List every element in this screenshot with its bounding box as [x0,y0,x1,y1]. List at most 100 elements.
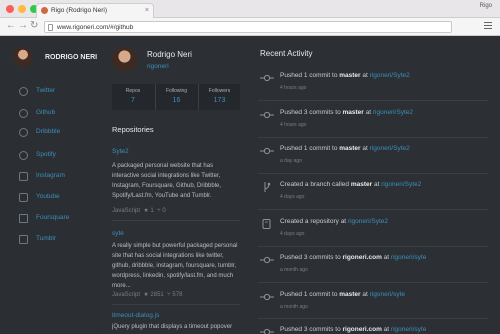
close-window-button[interactable] [6,5,14,13]
divider [258,100,488,101]
divider [258,318,488,319]
star-icon: ★ [143,208,149,214]
repo-name-link[interactable]: syte [112,230,124,237]
repo-name-link[interactable]: timeout-dialog.js [112,312,159,319]
forward-arrow-icon[interactable]: → [18,21,28,31]
browser-titlebar: Rigo (Rodrigo Neri) × Rigo [0,0,500,18]
repo-meta: JavaScript ★ 1 ⑂ 0 [112,207,166,214]
repo-link[interactable]: rigoneri/syte [370,291,405,298]
branch-link[interactable]: master [339,72,360,79]
reload-icon[interactable]: ↻ [30,21,38,31]
stat-label: Following [165,88,188,94]
repo-name-link[interactable]: Syte2 [112,148,129,155]
fork-icon: ⑂ [167,292,171,298]
sidebar-item-label: Twitter [36,87,56,94]
branch-link[interactable]: master [339,145,360,152]
branch-link[interactable]: master [351,181,372,188]
commit-icon [260,74,274,82]
address-bar[interactable]: www.rigoneri.com/#/github [44,21,452,33]
sidebar-item-github[interactable]: Github [0,108,100,122]
repo-link[interactable]: rigoneri/Syte2 [370,72,410,79]
stat-repos[interactable]: Repos 7 [112,84,154,110]
spotify-icon [19,151,28,160]
activity-item: Pushed 1 commit to master at rigoneri/sy… [258,291,488,321]
page-icon [48,24,53,31]
repo-description: jQuery plugin that displays a timeout po… [112,324,233,330]
dribbble-icon [19,128,28,137]
sidebar [0,36,100,334]
activity-time: a month ago [280,267,308,273]
browser-tab[interactable]: Rigo (Rodrigo Neri) × [36,3,154,18]
sidebar-item-spotify[interactable]: Spotify [0,150,100,164]
repo-description: A really simple but powerful packaged pe… [112,243,238,289]
activity-text: Pushed 1 commit to master at rigoneri/Sy… [280,145,410,152]
repo-stars: 2851 [150,292,164,298]
foursquare-icon [19,214,28,223]
branch-link[interactable]: rigoneri.com [343,326,382,333]
branch-link[interactable]: master [339,291,360,298]
repo-language: JavaScript [112,292,141,298]
repo-link[interactable]: rigoneri/Syte2 [348,218,388,225]
twitter-icon [19,87,28,96]
repo-language: JavaScript [112,208,141,214]
branch-icon [264,182,271,192]
branch-link[interactable]: master [343,109,364,116]
activity-time: 4 days ago [280,231,305,237]
divider [258,209,488,210]
stat-following[interactable]: Following 16 [155,84,197,110]
sidebar-item-instagram[interactable]: Instagram [0,171,100,185]
divider [258,282,488,283]
activity-time: a day ago [280,158,302,164]
profile-avatar[interactable] [112,47,137,72]
activity-text: Pushed 3 commits to rigoneri.com at rigo… [280,254,427,261]
sidebar-item-twitter[interactable]: Twitter [0,86,100,100]
stat-followers[interactable]: Followers 173 [198,84,240,110]
repo-stars: 1 [150,208,154,214]
commit-icon [260,111,274,119]
activity-item: Pushed 1 commit to master at rigoneri/Sy… [258,145,488,175]
profile-stats: Repos 7 Following 16 Followers 173 [112,84,240,110]
sidebar-item-label: Spotify [36,151,56,158]
youtube-icon [19,193,28,202]
minimize-window-button[interactable] [18,5,26,13]
tab-close-icon[interactable]: × [145,4,149,18]
sidebar-item-tumblr[interactable]: Tumblr [0,234,100,248]
url-text: www.rigoneri.com/#/github [57,24,134,31]
repo-link[interactable]: rigoneri/Syte2 [373,109,413,116]
activity-item: Pushed 1 commit to master at rigoneri/Sy… [258,72,488,102]
sidebar-name[interactable]: RODRIGO NERI [45,54,97,61]
branch-link[interactable]: rigoneri.com [343,254,382,261]
activity-text: Pushed 1 commit to master at rigoneri/Sy… [280,72,410,79]
profile-handle[interactable]: rigoneri [147,63,169,70]
scrollbar[interactable] [496,36,500,334]
sidebar-item-label: Tumblr [36,235,56,242]
activity-time: 4 hours ago [280,122,307,128]
sidebar-item-dribbble[interactable]: Dribbble [0,127,100,141]
stat-value: 16 [172,97,181,104]
sidebar-item-label: Github [36,109,56,116]
repo-link[interactable]: rigoneri/syte [391,254,426,261]
sidebar-item-youtube[interactable]: Youtube [0,192,100,206]
activity-text: Pushed 1 commit to master at rigoneri/sy… [280,291,406,298]
sidebar-item-label: Dribbble [36,128,61,135]
github-icon [19,109,28,118]
sidebar-avatar[interactable] [13,47,33,67]
repositories-title: Repositories [112,125,154,134]
stat-value: 7 [131,97,135,104]
tab-title: Rigo (Rodrigo Neri) [51,7,107,14]
repo-link[interactable]: rigoneri/Syte2 [381,181,421,188]
activity-title: Recent Activity [260,49,313,58]
repo-link[interactable]: rigoneri/syte [391,326,426,333]
favicon-icon [41,7,48,14]
browser-user-label[interactable]: Rigo [480,3,492,9]
browser-toolbar: ← → ↻ www.rigoneri.com/#/github [0,18,500,36]
sidebar-item-foursquare[interactable]: Foursquare [0,213,100,227]
activity-text: Created a branch called master at rigone… [280,181,422,188]
instagram-icon [19,172,28,181]
repo-link[interactable]: rigoneri/Syte2 [370,145,410,152]
browser-menu-icon[interactable] [484,22,492,31]
activity-item: Created a branch called master at rigone… [258,181,488,211]
repo-description: A packaged personal website that has int… [112,163,222,199]
back-arrow-icon[interactable]: ← [6,21,16,31]
activity-item: Pushed 3 commits to master at rigoneri/S… [258,109,488,139]
